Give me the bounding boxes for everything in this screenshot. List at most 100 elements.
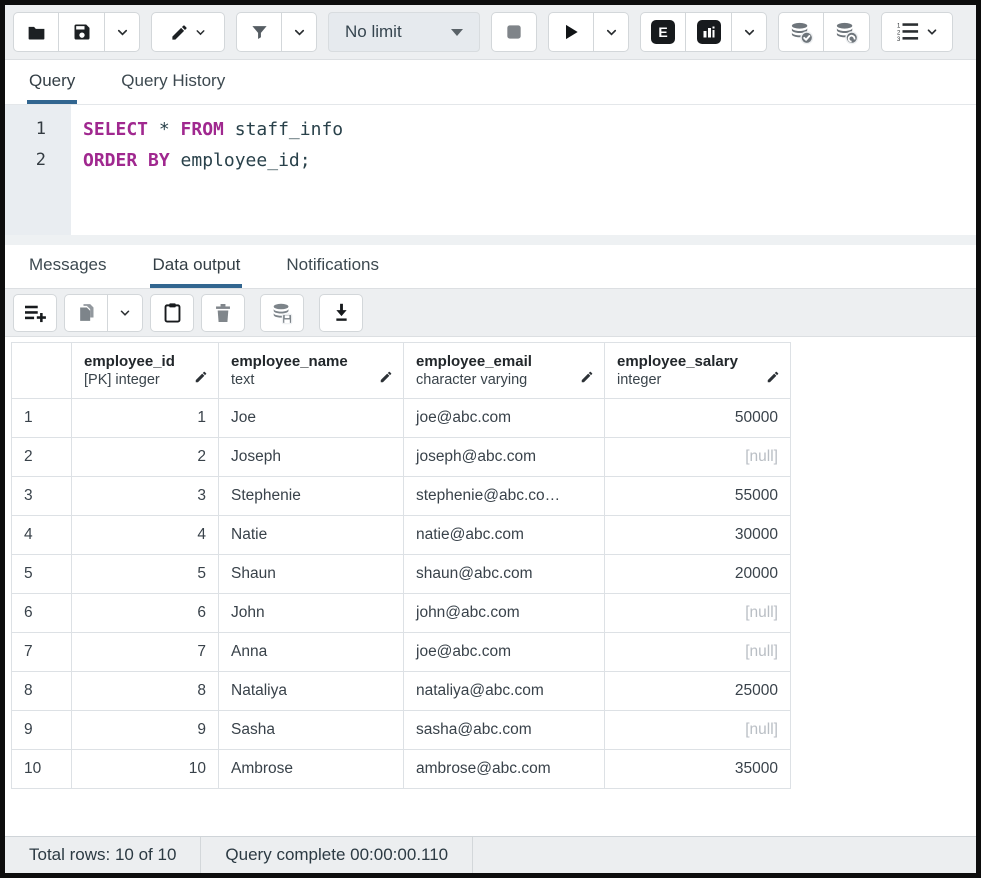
download-results-button[interactable] [319, 294, 363, 332]
row-number-cell[interactable]: 5 [12, 555, 72, 594]
explain-options-button[interactable] [732, 12, 767, 52]
table-cell[interactable]: 9 [72, 711, 219, 750]
table-cell[interactable]: 50000 [605, 399, 791, 438]
tab-messages[interactable]: Messages [27, 255, 108, 288]
table-cell[interactable]: 4 [72, 516, 219, 555]
table-cell[interactable]: 30000 [605, 516, 791, 555]
filter-options-button[interactable] [282, 12, 317, 52]
table-cell[interactable]: 1 [72, 399, 219, 438]
table-cell[interactable]: 7 [72, 633, 219, 672]
save-data-changes-button[interactable] [260, 294, 304, 332]
tab-notifications[interactable]: Notifications [284, 255, 381, 288]
panel-splitter[interactable] [5, 235, 976, 245]
table-cell[interactable]: sasha@abc.com [404, 711, 605, 750]
table-cell[interactable]: joe@abc.com [404, 633, 605, 672]
explain-analyze-button[interactable] [686, 12, 732, 52]
code-line: SELECT * FROM staff_info [83, 114, 976, 145]
table-cell[interactable]: natie@abc.com [404, 516, 605, 555]
tab-query-history[interactable]: Query History [119, 71, 227, 104]
copy-button[interactable] [64, 294, 108, 332]
explain-letter: E [658, 24, 667, 40]
table-cell[interactable]: [null] [605, 711, 791, 750]
sql-code-area[interactable]: SELECT * FROM staff_infoORDER BY employe… [71, 105, 976, 235]
table-cell[interactable]: nataliya@abc.com [404, 672, 605, 711]
table-cell[interactable]: 35000 [605, 750, 791, 789]
table-row: 1010Ambroseambrose@abc.com35000 [12, 750, 791, 789]
row-number-cell[interactable]: 3 [12, 477, 72, 516]
row-number-cell[interactable]: 2 [12, 438, 72, 477]
explain-button[interactable]: E [640, 12, 686, 52]
commit-button[interactable] [778, 12, 824, 52]
table-cell[interactable]: shaun@abc.com [404, 555, 605, 594]
column-header-employee-salary[interactable]: employee_salary integer [605, 343, 791, 399]
table-cell[interactable]: 25000 [605, 672, 791, 711]
row-number-cell[interactable]: 10 [12, 750, 72, 789]
table-cell[interactable]: Natie [219, 516, 404, 555]
filter-button[interactable] [236, 12, 282, 52]
table-cell[interactable]: [null] [605, 438, 791, 477]
row-number-cell[interactable]: 4 [12, 516, 72, 555]
table-cell[interactable]: [null] [605, 633, 791, 672]
column-name: employee_email [416, 352, 532, 371]
table-row: 88Nataliyanataliya@abc.com25000 [12, 672, 791, 711]
table-row: 99Sashasasha@abc.com[null] [12, 711, 791, 750]
table-cell[interactable]: Anna [219, 633, 404, 672]
row-limit-select[interactable]: No limit [328, 12, 480, 52]
macros-button[interactable]: 1 2 3 [881, 12, 953, 52]
table-cell[interactable]: Ambrose [219, 750, 404, 789]
table-cell[interactable]: Joe [219, 399, 404, 438]
table-cell[interactable]: 3 [72, 477, 219, 516]
table-cell[interactable]: 8 [72, 672, 219, 711]
copy-options-button[interactable] [108, 294, 143, 332]
table-row: 77Annajoe@abc.com[null] [12, 633, 791, 672]
save-file-button[interactable] [59, 12, 105, 52]
row-number-cell[interactable]: 9 [12, 711, 72, 750]
edit-menu-button[interactable] [151, 12, 225, 52]
save-file-icon [72, 22, 92, 42]
table-cell[interactable]: ambrose@abc.com [404, 750, 605, 789]
table-cell[interactable]: stephenie@abc.co… [404, 477, 605, 516]
cancel-query-button[interactable] [491, 12, 537, 52]
table-cell[interactable]: [null] [605, 594, 791, 633]
execute-options-button[interactable] [594, 12, 629, 52]
rollback-button[interactable] [824, 12, 870, 52]
table-cell[interactable]: 20000 [605, 555, 791, 594]
table-cell[interactable]: Sasha [219, 711, 404, 750]
table-cell[interactable]: Stephenie [219, 477, 404, 516]
table-cell[interactable]: Shaun [219, 555, 404, 594]
row-number-cell[interactable]: 8 [12, 672, 72, 711]
table-cell[interactable]: john@abc.com [404, 594, 605, 633]
execute-button[interactable] [548, 12, 594, 52]
table-cell[interactable]: Nataliya [219, 672, 404, 711]
open-file-button[interactable] [13, 12, 59, 52]
rollback-icon [834, 20, 859, 45]
row-number-cell[interactable]: 6 [12, 594, 72, 633]
table-cell[interactable]: 55000 [605, 477, 791, 516]
row-number-cell[interactable]: 1 [12, 399, 72, 438]
svg-text:2: 2 [897, 30, 900, 36]
column-header-employee-id[interactable]: employee_id [PK] integer [72, 343, 219, 399]
table-cell[interactable]: Joseph [219, 438, 404, 477]
add-row-button[interactable] [13, 294, 57, 332]
select-all-header[interactable] [12, 343, 72, 399]
table-cell[interactable]: 6 [72, 594, 219, 633]
table-cell[interactable]: 2 [72, 438, 219, 477]
table-cell[interactable]: joe@abc.com [404, 399, 605, 438]
paste-icon [163, 302, 182, 323]
row-number-cell[interactable]: 7 [12, 633, 72, 672]
query-complete-status: Query complete 00:00:00.110 [201, 837, 473, 873]
save-options-button[interactable] [105, 12, 140, 52]
table-cell[interactable]: 5 [72, 555, 219, 594]
table-cell[interactable]: joseph@abc.com [404, 438, 605, 477]
column-header-employee-name[interactable]: employee_name text [219, 343, 404, 399]
table-cell[interactable]: John [219, 594, 404, 633]
paste-button[interactable] [150, 294, 194, 332]
add-row-icon [23, 303, 47, 323]
copy-icon [76, 302, 96, 323]
tab-data-output[interactable]: Data output [150, 255, 242, 288]
chevron-down-icon [115, 25, 130, 40]
tab-query[interactable]: Query [27, 71, 77, 104]
column-header-employee-email[interactable]: employee_email character varying [404, 343, 605, 399]
delete-row-button[interactable] [201, 294, 245, 332]
table-cell[interactable]: 10 [72, 750, 219, 789]
